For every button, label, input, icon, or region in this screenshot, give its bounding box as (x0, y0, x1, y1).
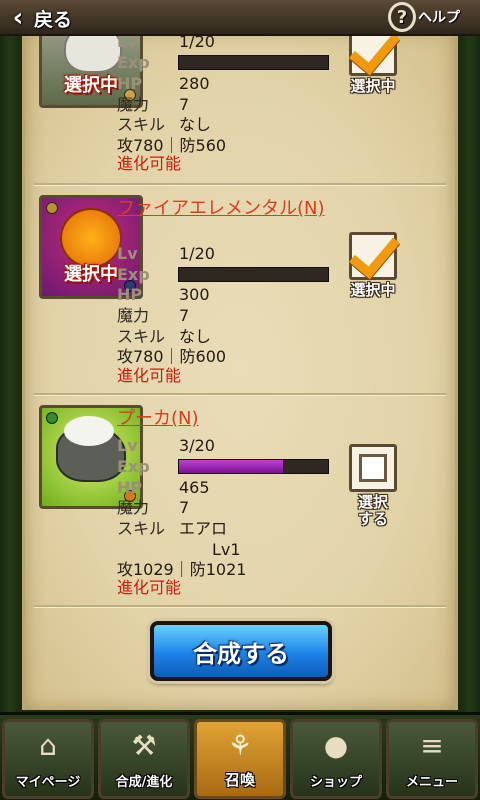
nav-item-summon[interactable]: ⚘ 召喚 (194, 719, 286, 799)
bottom-nav: ⌂ マイページ ⚒ 合成/進化 ⚘ 召喚 ● ショップ ≡ メニュー (0, 712, 480, 800)
nav-item-menu[interactable]: ≡ メニュー (386, 719, 478, 799)
hp-row: HP 300 (117, 285, 210, 304)
select-toggle[interactable]: 選択する (345, 444, 401, 528)
home-icon: ⌂ (39, 729, 57, 762)
nav-label: メニュー (405, 775, 458, 790)
card-divider (34, 393, 446, 396)
select-toggle[interactable]: 選択中 (345, 28, 401, 95)
nav-label: ショップ (309, 775, 362, 790)
select-toggle-label: 選択中 (350, 77, 396, 95)
evolve-status: 進化可能 (117, 366, 182, 385)
monster-name[interactable]: ファイアエレメンタル(N) (117, 198, 327, 220)
select-toggle-label: 選択する (357, 493, 388, 528)
monster-art (60, 208, 122, 268)
attack-defense: 攻780｜防560 (117, 136, 227, 155)
skill-row: スキル エアロ (117, 519, 228, 538)
exp-bar (178, 55, 329, 70)
magic-row: 魔力 7 (117, 95, 190, 114)
compose-button[interactable]: 合成する (150, 621, 332, 681)
checkbox-checked-icon (349, 232, 397, 280)
skill-row: スキル なし (117, 115, 212, 134)
exp-label-row: Exp (117, 265, 150, 284)
nav-label: 合成/進化 (115, 775, 173, 790)
back-button[interactable]: ‹ 戻る (6, 3, 86, 33)
magic-row: 魔力 7 (117, 498, 190, 517)
select-toggle-label: 選択中 (350, 281, 396, 299)
back-label: 戻る (34, 8, 73, 31)
nav-label: マイページ (15, 775, 81, 790)
hp-row: HP 465 (117, 478, 210, 497)
nav-item-mypage[interactable]: ⌂ マイページ (2, 719, 94, 799)
exp-bar (178, 459, 329, 474)
skill-row: スキル なし (117, 327, 212, 346)
bag-icon: ● (323, 729, 349, 762)
nav-item-shop[interactable]: ● ショップ (290, 719, 382, 799)
exp-label-row: Exp (117, 53, 150, 72)
magic-row: 魔力 7 (117, 306, 190, 325)
exp-bar (178, 267, 329, 282)
wrench-icon: ⚒ (131, 729, 157, 762)
menu-icon: ≡ (420, 729, 444, 762)
parchment-panel (22, 30, 458, 710)
attack-defense: 攻1029｜防1021 (117, 560, 247, 579)
nav-item-compose[interactable]: ⚒ 合成/進化 (98, 719, 190, 799)
evolve-status: 進化可能 (117, 154, 182, 173)
attack-defense: 攻780｜防600 (117, 347, 227, 366)
help-button[interactable]: ? ヘルプ (388, 2, 474, 32)
checkbox-empty-icon (349, 444, 397, 492)
back-arrow-icon: ‹ (12, 3, 24, 33)
lv-row: Lv 1/20 (117, 244, 215, 263)
hp-row: HP 280 (117, 74, 210, 93)
lv-row: Lv 3/20 (117, 436, 215, 455)
monster-name[interactable]: プーカ(N) (117, 408, 199, 430)
nav-label: 召喚 (224, 771, 255, 789)
top-bar: ‹ 戻る ? ヘルプ (0, 0, 480, 36)
select-toggle[interactable]: 選択中 (345, 232, 401, 299)
help-icon: ? (388, 2, 416, 32)
rarity-badge-icon (46, 202, 58, 214)
evolve-status: 進化可能 (117, 578, 182, 597)
skill-level: Lv1 (212, 540, 241, 559)
card-divider (34, 605, 446, 608)
card-divider (34, 183, 446, 186)
exp-label-row: Exp (117, 457, 150, 476)
summon-icon: ⚘ (227, 729, 253, 762)
rarity-badge-icon (46, 412, 58, 424)
help-label: ヘルプ (418, 10, 460, 26)
monster-mane (64, 416, 114, 446)
